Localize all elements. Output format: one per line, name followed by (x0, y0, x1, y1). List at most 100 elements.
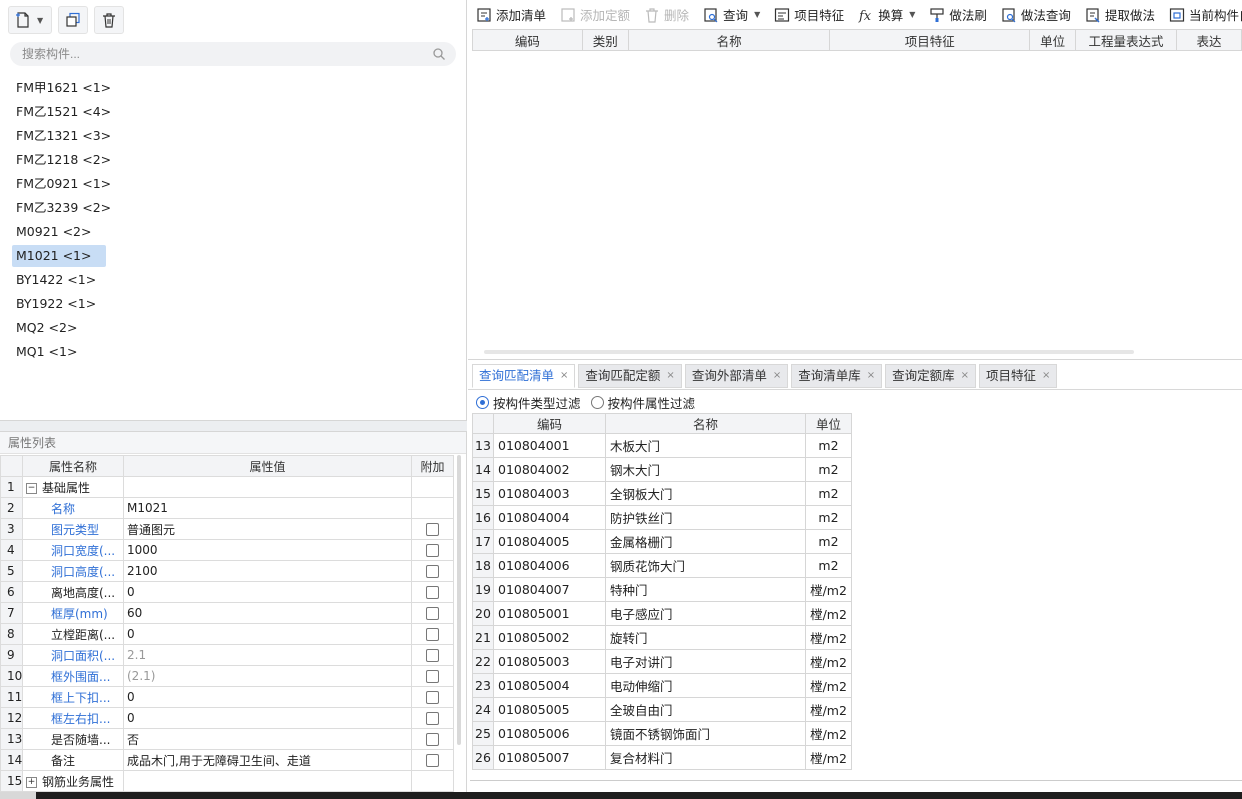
grid-column-header[interactable]: 单位 (1029, 29, 1077, 51)
radio-icon[interactable] (476, 396, 489, 409)
extra-checkbox[interactable] (426, 586, 439, 599)
property-row[interactable]: 9 洞口面积(... 2.1 (0, 644, 454, 666)
property-value[interactable] (123, 770, 412, 792)
toolbar-button-5[interactable]: 项目特征 (774, 5, 844, 24)
query-row[interactable]: 25 010805006 镜面不锈钢饰面门 樘/m2 (472, 721, 852, 746)
copy-component-button[interactable] (58, 6, 88, 34)
component-item[interactable]: FM乙1218 <2> (12, 149, 111, 171)
query-row[interactable]: 13 010804001 木板大门 m2 (472, 433, 852, 458)
property-value[interactable]: 60 (123, 602, 412, 624)
radio-icon[interactable] (590, 396, 604, 409)
query-row[interactable]: 22 010805003 电子对讲门 樘/m2 (472, 649, 852, 674)
component-item[interactable]: FM乙1521 <4> (12, 101, 111, 123)
property-row[interactable]: 15 + 钢筋业务属性 (0, 770, 454, 792)
component-search-input[interactable] (10, 42, 456, 66)
chevron-down-icon[interactable]: ▼ (37, 16, 43, 25)
property-row[interactable]: 1− 基础属性 (0, 476, 454, 498)
extra-checkbox[interactable] (426, 628, 439, 641)
toolbar-button-7[interactable]: 做法刷 (929, 5, 987, 24)
taskbar-start[interactable] (0, 792, 36, 799)
query-row[interactable]: 15 010804003 全钢板大门 m2 (472, 481, 852, 506)
toolbar-button-4[interactable]: 查询 ▼ (703, 5, 760, 24)
toolbar-button-10[interactable]: 当前构件自动 (1169, 5, 1242, 24)
close-icon[interactable]: × (560, 364, 568, 388)
close-icon[interactable]: × (867, 364, 875, 388)
query-row[interactable]: 17 010804005 金属格栅门 m2 (472, 529, 852, 554)
query-tab[interactable]: 查询外部清单 × (684, 364, 789, 388)
close-icon[interactable]: × (773, 364, 781, 388)
grid-column-header[interactable]: 工程量表达式 (1075, 29, 1178, 51)
property-scrollbar[interactable] (457, 455, 461, 745)
property-row[interactable]: 4 洞口宽度(... 1000 (0, 539, 454, 561)
toolbar-button-1[interactable]: 添加清单 (476, 5, 546, 24)
property-row[interactable]: 7 框厚(mm) 60 (0, 602, 454, 624)
property-value[interactable]: 2100 (123, 560, 412, 582)
component-item[interactable]: FM乙1321 <3> (12, 125, 111, 147)
property-row[interactable]: 6 离地高度(... 0 (0, 581, 454, 603)
filter-radio[interactable]: 按构件属性过滤 (590, 393, 695, 412)
collapse-icon[interactable]: − (26, 482, 37, 494)
extra-checkbox[interactable] (426, 607, 439, 620)
component-item[interactable]: M0921 <2> (12, 221, 106, 243)
extra-checkbox[interactable] (426, 733, 439, 746)
chevron-down-icon[interactable]: ▼ (909, 10, 915, 19)
property-value[interactable]: 0 (123, 686, 412, 708)
property-row[interactable]: 5 洞口高度(... 2100 (0, 560, 454, 582)
panel-splitter[interactable] (0, 420, 467, 432)
property-row[interactable]: 2 名称 M1021 (0, 497, 454, 519)
search-icon[interactable] (432, 47, 446, 61)
property-row[interactable]: 12 框左右扣... 0 (0, 707, 454, 729)
toolbar-button-9[interactable]: 提取做法 (1085, 5, 1155, 24)
component-item[interactable]: M1021 <1> (12, 245, 106, 267)
close-icon[interactable]: × (666, 364, 674, 388)
component-item[interactable]: BY1922 <1> (12, 293, 106, 315)
property-row[interactable]: 8 立樘距离(... 0 (0, 623, 454, 645)
method-grid-hscrollbar[interactable] (484, 350, 1134, 354)
grid-column-header[interactable]: 名称 (627, 29, 831, 51)
toolbar-button-8[interactable]: 做法查询 (1001, 5, 1071, 24)
extra-checkbox[interactable] (426, 565, 439, 578)
property-row[interactable]: 11 框上下扣... 0 (0, 686, 454, 708)
property-value[interactable]: 否 (123, 728, 412, 750)
delete-component-button[interactable] (94, 6, 124, 34)
close-icon[interactable]: × (1042, 364, 1050, 388)
property-value[interactable]: 成品木门,用于无障碍卫生间、走道 (123, 749, 412, 771)
property-value[interactable]: 0 (123, 623, 412, 645)
extra-checkbox[interactable] (426, 754, 439, 767)
property-value[interactable]: 普通图元 (123, 518, 412, 540)
query-row[interactable]: 24 010805005 全玻自由门 樘/m2 (472, 697, 852, 722)
extra-checkbox[interactable] (426, 649, 439, 662)
query-tab[interactable]: 查询清单库 × (791, 364, 883, 388)
query-row[interactable]: 14 010804002 钢木大门 m2 (472, 457, 852, 482)
property-value[interactable]: 1000 (123, 539, 412, 561)
chevron-down-icon[interactable]: ▼ (754, 10, 760, 19)
grid-column-header[interactable]: 表达 (1176, 29, 1242, 51)
query-row[interactable]: 18 010804006 钢质花饰大门 m2 (472, 553, 852, 578)
filter-radio[interactable]: 按构件类型过滤 (476, 393, 581, 412)
component-item[interactable]: BY1422 <1> (12, 269, 106, 291)
property-row[interactable]: 3 图元类型 普通图元 (0, 518, 454, 540)
property-row[interactable]: 10 框外围面... (2.1) (0, 665, 454, 687)
query-row[interactable]: 21 010805002 旋转门 樘/m2 (472, 625, 852, 650)
property-value[interactable] (123, 476, 412, 498)
extra-checkbox[interactable] (426, 712, 439, 725)
property-value[interactable]: 0 (123, 707, 412, 729)
query-row[interactable]: 19 010804007 特种门 樘/m2 (472, 577, 852, 602)
expand-icon[interactable]: + (26, 776, 37, 788)
query-tab[interactable]: 查询匹配定额 × (578, 364, 682, 388)
query-row[interactable]: 23 010805004 电动伸缩门 樘/m2 (472, 673, 852, 698)
property-value[interactable]: M1021 (123, 497, 412, 519)
toolbar-button-2[interactable]: 添加定额 (560, 5, 630, 24)
component-item[interactable]: MQ2 <2> (12, 317, 106, 339)
component-item[interactable]: MQ1 <1> (12, 341, 106, 363)
property-value[interactable]: 0 (123, 581, 412, 603)
grid-column-header[interactable]: 项目特征 (829, 29, 1031, 51)
component-item[interactable]: FM乙3239 <2> (12, 197, 111, 219)
property-value[interactable]: 2.1 (123, 644, 412, 666)
grid-column-header[interactable]: 类别 (581, 29, 629, 51)
query-row[interactable]: 16 010804004 防护铁丝门 m2 (472, 505, 852, 530)
close-icon[interactable]: × (961, 364, 969, 388)
query-row[interactable]: 26 010805007 复合材料门 樘/m2 (472, 745, 852, 770)
query-row[interactable]: 20 010805001 电子感应门 樘/m2 (472, 601, 852, 626)
toolbar-button-6[interactable]: fx 换算 ▼ (858, 5, 915, 24)
